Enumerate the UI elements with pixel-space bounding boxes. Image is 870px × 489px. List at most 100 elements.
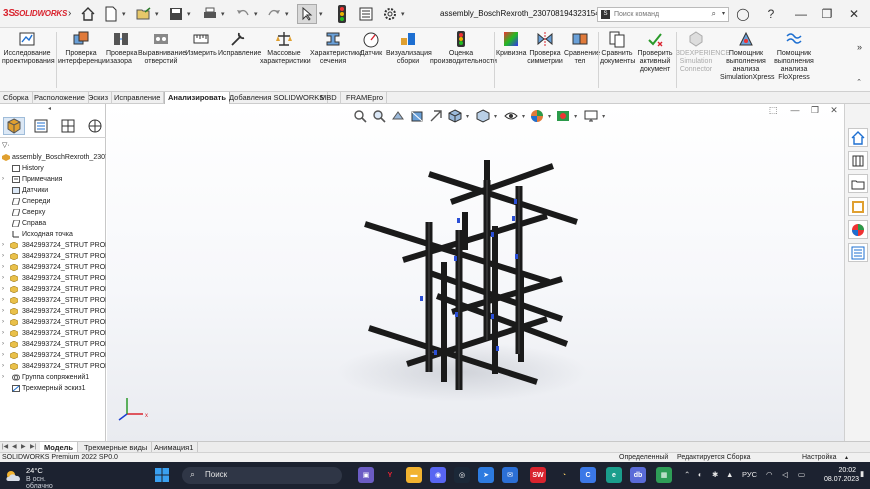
tree-item-part[interactable]: › 3842993724_STRUT PROFIL: [0, 262, 106, 273]
expand-icon[interactable]: ›: [2, 240, 4, 251]
battery-icon[interactable]: ▭: [798, 470, 805, 479]
menu-expand-icon[interactable]: ›: [68, 8, 71, 19]
print-button[interactable]: [200, 4, 220, 24]
select-dropdown-icon[interactable]: ▾: [319, 10, 323, 18]
select-button[interactable]: [297, 4, 317, 24]
first-tab-icon[interactable]: |◀: [2, 443, 8, 450]
tab-addins[interactable]: Добавления SOLIDWORKS: [226, 92, 329, 104]
open-dropdown-icon[interactable]: ▾: [155, 10, 159, 18]
assembly-model[interactable]: [107, 104, 844, 441]
tray-app-icon[interactable]: ◐: [698, 470, 703, 479]
undo-dropdown-icon[interactable]: ▾: [254, 10, 258, 18]
tab-propertymanager[interactable]: [30, 117, 52, 135]
clearance-button[interactable]: Проверка зазора: [106, 30, 137, 90]
app-db[interactable]: db: [630, 467, 646, 483]
new-dropdown-icon[interactable]: ▾: [122, 10, 126, 18]
tree-item-part[interactable]: › 3842993724_STRUT PROFIL: [0, 317, 106, 328]
tree-item-history[interactable]: History: [0, 163, 106, 174]
search-input[interactable]: [614, 9, 706, 20]
hole-alignment-button[interactable]: Выравнивание отверстий: [138, 30, 186, 90]
repair-button[interactable]: Исправление: [218, 30, 261, 90]
symmetry-check-button[interactable]: Проверка симметрии: [527, 30, 563, 90]
notifications-icon[interactable]: ▮: [860, 469, 864, 478]
expand-icon[interactable]: ›: [2, 317, 4, 328]
section-properties-button[interactable]: Характеристики сечения: [310, 30, 362, 90]
tab-framepro[interactable]: FRAMEpro: [343, 92, 388, 104]
help-button[interactable]: ?: [762, 5, 780, 23]
ribbon-more-icon[interactable]: »: [857, 42, 862, 52]
tray-bluetooth-icon[interactable]: ✱: [712, 470, 718, 479]
sensor-button[interactable]: Датчик: [358, 30, 384, 90]
app-ring[interactable]: ◔: [556, 467, 572, 483]
simulationxpress-button[interactable]: Помощник выполнения анализа SimulationXp…: [720, 30, 774, 90]
file-properties-button[interactable]: [356, 4, 376, 24]
measure-button[interactable]: Измерить: [185, 30, 217, 90]
open-button[interactable]: [134, 4, 154, 24]
next-tab-icon[interactable]: ▶: [21, 443, 26, 450]
view-palette-button[interactable]: [848, 197, 868, 216]
app-green[interactable]: ▦: [656, 467, 672, 483]
app-c[interactable]: C: [580, 467, 596, 483]
ribbon-collapse-icon[interactable]: ⌃: [856, 78, 862, 86]
tab-mbd[interactable]: MBD: [317, 92, 341, 104]
compare-bodies-button[interactable]: Сравнение тел: [564, 30, 600, 90]
tray-network-icon[interactable]: ▲: [726, 470, 733, 479]
yandex-app[interactable]: Y: [382, 467, 398, 483]
floxpress-button[interactable]: Помощник выполнения анализа FloXpress: [774, 30, 814, 90]
tree-item-sensors[interactable]: Датчики: [0, 185, 106, 196]
tab-layout[interactable]: Расположение: [31, 92, 89, 104]
custom-properties-button[interactable]: [848, 243, 868, 262]
compare-documents-button[interactable]: Сравнить документы: [600, 30, 635, 90]
tree-item-part[interactable]: › 3842993724_STRUT PROFIL: [0, 328, 106, 339]
print-dropdown-icon[interactable]: ▾: [221, 10, 225, 18]
expand-icon[interactable]: ›: [2, 361, 4, 372]
search-dropdown-icon[interactable]: ▾: [722, 10, 725, 17]
solidworks-resources-button[interactable]: [848, 128, 868, 147]
tree-item-right-plane[interactable]: Справа: [0, 218, 106, 229]
assembly-visualization-button[interactable]: Визуализация сборки: [386, 30, 432, 90]
tree-item-3d-sketch[interactable]: Трехмерный эскиз1: [0, 383, 106, 394]
tab-featuremanager[interactable]: [3, 117, 25, 135]
tree-item-front-plane[interactable]: Спереди: [0, 196, 106, 207]
home-button[interactable]: [78, 4, 98, 24]
tree-item-part[interactable]: › 3842993724_STRUT PROFIL: [0, 350, 106, 361]
redo-button[interactable]: [264, 4, 284, 24]
expand-icon[interactable]: ›: [2, 372, 4, 383]
undo-button[interactable]: [233, 4, 253, 24]
solidworks-logo[interactable]: 3S SOLIDWORKS: [3, 8, 67, 20]
edge-app[interactable]: e: [606, 467, 622, 483]
task-view-app[interactable]: ▣: [358, 467, 374, 483]
close-button[interactable]: ✕: [845, 5, 863, 23]
tab-analyze[interactable]: Анализировать: [164, 92, 230, 104]
expand-icon[interactable]: ›: [2, 350, 4, 361]
explorer-app[interactable]: ▬: [406, 467, 422, 483]
discord-app[interactable]: ◉: [430, 467, 446, 483]
tab-assembly[interactable]: Сборка: [0, 92, 33, 104]
tree-item-part[interactable]: › 3842993724_STRUT PROFIL: [0, 273, 106, 284]
expand-icon[interactable]: ›: [2, 284, 4, 295]
save-button[interactable]: [166, 4, 186, 24]
search-scope-icon[interactable]: S: [601, 10, 610, 19]
tree-item-origin[interactable]: Исходная точка: [0, 229, 106, 240]
search-icon[interactable]: ⌕: [712, 9, 716, 19]
panel-grip-icon[interactable]: ◂: [48, 105, 51, 112]
tab-repair[interactable]: Исправление: [111, 92, 165, 104]
tree-root[interactable]: assembly_BoschRexroth_23070: [0, 152, 106, 163]
telegram-app[interactable]: ➤: [478, 467, 494, 483]
wifi-icon[interactable]: ◠: [766, 470, 773, 479]
last-tab-icon[interactable]: ▶|: [30, 443, 36, 450]
tray-lang[interactable]: РУС: [742, 470, 757, 479]
options-dropdown-icon[interactable]: ▾: [401, 10, 405, 18]
command-search[interactable]: S ⌕ ▾: [597, 7, 729, 22]
check-active-document-button[interactable]: Проверить активный документ: [636, 30, 674, 90]
expand-icon[interactable]: ›: [2, 306, 4, 317]
maximize-button[interactable]: ❐: [818, 5, 836, 23]
expand-icon[interactable]: ›: [2, 328, 4, 339]
options-button[interactable]: [380, 4, 400, 24]
mail-app[interactable]: ✉: [502, 467, 518, 483]
solidworks-app[interactable]: SW: [530, 467, 546, 483]
tree-item-part[interactable]: › 3842993724_STRUT PROFIL: [0, 240, 106, 251]
minimize-button[interactable]: —: [792, 5, 810, 23]
design-library-button[interactable]: [848, 151, 868, 170]
tab-configurationmanager[interactable]: [57, 117, 79, 135]
